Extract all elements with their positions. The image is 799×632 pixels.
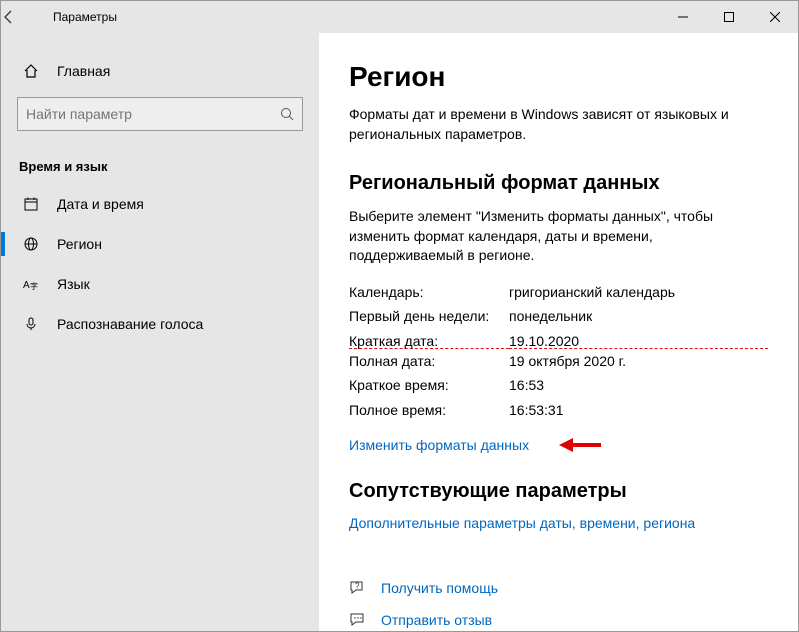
close-button[interactable] [752,1,798,33]
change-formats-link[interactable]: Изменить форматы данных [349,437,529,453]
home-icon [19,63,43,79]
row-shorttime: Краткое время: 16:53 [349,373,768,398]
row-longtime: Полное время: 16:53:31 [349,398,768,423]
feedback-label: Отправить отзыв [381,612,492,628]
related-link[interactable]: Дополнительные параметры даты, времени, … [349,515,695,531]
page-heading: Регион [349,61,768,93]
row-key: Полная дата: [349,349,509,374]
feedback-icon [349,611,373,629]
sidebar-item-label: Регион [57,236,102,252]
related-title: Сопутствующие параметры [349,480,768,503]
feedback-link[interactable]: Отправить отзыв [349,611,768,629]
row-shortdate: Краткая дата: 19.10.2020 [349,329,768,349]
globe-icon [19,236,43,252]
row-key: Полное время: [349,398,509,423]
titlebar: Параметры [1,1,798,33]
sidebar-item-label: Распознавание голоса [57,316,203,332]
minimize-button[interactable] [660,1,706,33]
sidebar-item-label: Язык [57,276,90,292]
row-key: Первый день недели: [349,304,509,329]
window-controls [660,1,798,33]
row-longdate: Полная дата: 19 октября 2020 г. [349,349,768,374]
row-value: 19 октября 2020 г. [509,349,768,374]
row-key: Краткое время: [349,373,509,398]
related-section: Сопутствующие параметры Дополнительные п… [349,480,768,533]
help-label: Получить помощь [381,580,498,596]
back-button[interactable] [1,9,49,25]
sidebar-item-speech[interactable]: Распознавание голоса [1,304,319,344]
language-icon: A字 [19,276,43,292]
help-section: ? Получить помощь Отправить отзыв [349,579,768,629]
row-key: Краткая дата: [349,329,509,349]
sidebar-item-datetime[interactable]: Дата и время [1,184,319,224]
microphone-icon [19,316,43,332]
row-firstday: Первый день недели: понедельник [349,304,768,329]
annotation-arrow [559,436,601,454]
sidebar-item-region[interactable]: Регион [1,224,319,264]
sidebar-group-title: Время и язык [1,141,319,184]
sidebar-home[interactable]: Главная [1,51,319,91]
row-value: понедельник [509,304,768,329]
svg-text:A: A [23,280,30,291]
calendar-icon [19,196,43,212]
main-area: Главная Время и язык Дата и время Регион… [1,33,798,631]
page-intro: Форматы дат и времени в Windows зависят … [349,105,768,144]
sidebar: Главная Время и язык Дата и время Регион… [1,33,319,631]
maximize-button[interactable] [706,1,752,33]
row-value: 16:53 [509,373,768,398]
svg-text:?: ? [355,582,360,591]
search-box[interactable] [17,97,303,131]
get-help-link[interactable]: ? Получить помощь [349,579,768,597]
row-value: григорианский календарь [509,280,768,305]
content-area: Регион Форматы дат и времени в Windows з… [319,33,798,631]
section-title: Региональный формат данных [349,172,768,195]
section-desc: Выберите элемент "Изменить форматы данны… [349,207,768,266]
row-calendar: Календарь: григорианский календарь [349,280,768,305]
window-title: Параметры [49,10,660,24]
format-table: Календарь: григорианский календарь Первы… [349,280,768,423]
row-key: Календарь: [349,280,509,305]
sidebar-item-language[interactable]: A字 Язык [1,264,319,304]
svg-text:字: 字 [30,281,38,291]
row-value: 16:53:31 [509,398,768,423]
change-formats-row: Изменить форматы данных [349,436,768,454]
search-input[interactable] [26,106,280,122]
help-icon: ? [349,579,373,597]
row-value: 19.10.2020 [509,329,768,349]
sidebar-home-label: Главная [57,63,110,79]
sidebar-item-label: Дата и время [57,196,144,212]
search-icon [280,107,294,121]
